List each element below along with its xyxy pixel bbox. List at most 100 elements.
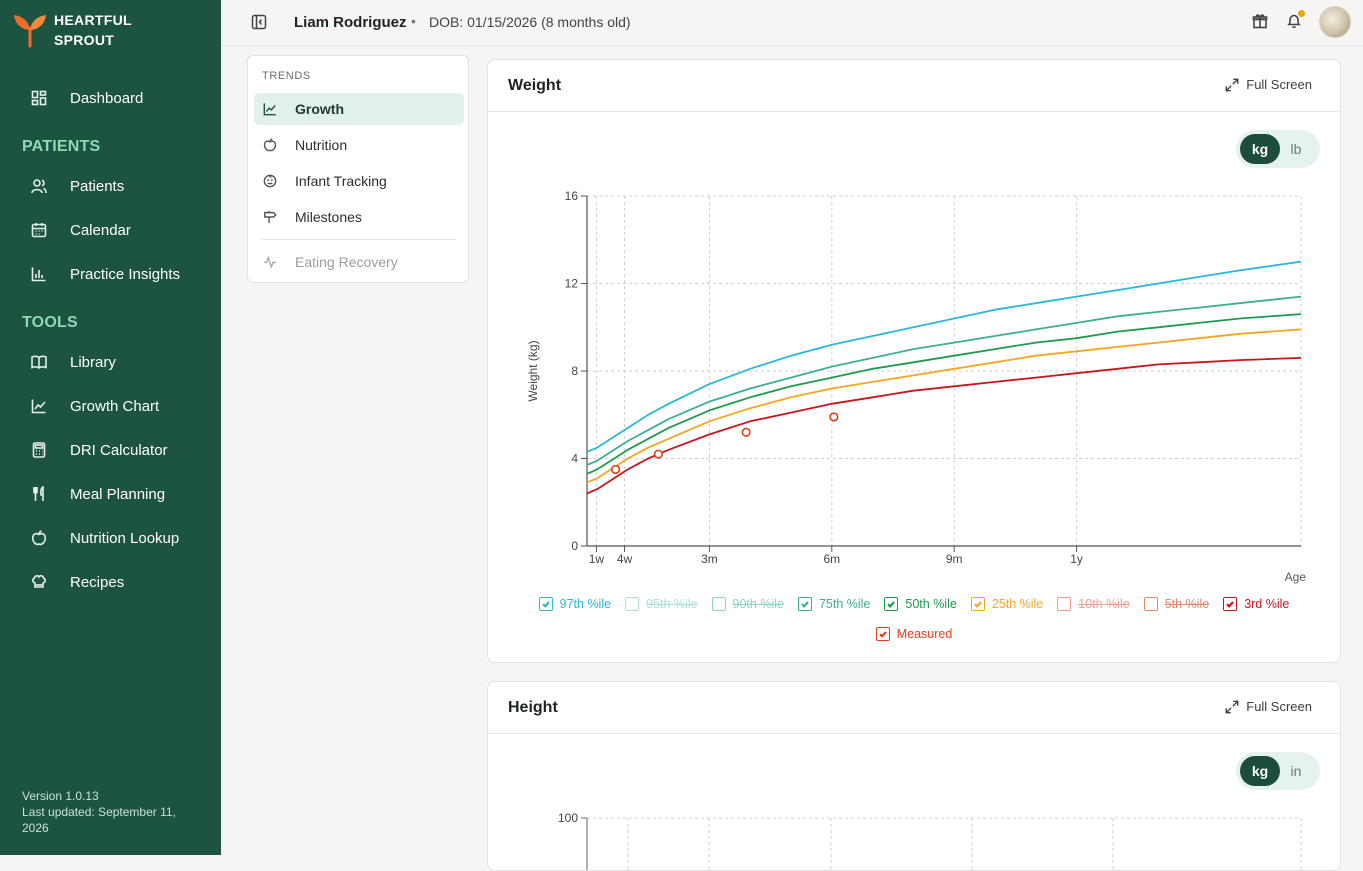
trend-item-eating-recovery[interactable]: Eating Recovery bbox=[254, 246, 464, 278]
bar-chart-icon bbox=[30, 265, 48, 283]
legend-label: Measured bbox=[896, 627, 953, 641]
trend-item-nutrition[interactable]: Nutrition bbox=[254, 129, 464, 161]
measured-point[interactable] bbox=[741, 427, 751, 437]
sidebar-item-nutrition-lookup[interactable]: Nutrition Lookup bbox=[22, 520, 212, 556]
legend-item[interactable]: 95th %ile bbox=[625, 589, 698, 619]
sprout-logo-icon bbox=[14, 15, 46, 48]
legend-label: 3rd %ile bbox=[1244, 597, 1290, 611]
checkbox-checked-icon[interactable] bbox=[875, 627, 890, 641]
trend-item-label: Infant Tracking bbox=[295, 173, 387, 189]
gift-icon[interactable] bbox=[1252, 13, 1270, 31]
measured-point[interactable] bbox=[653, 449, 663, 459]
legend-label: 5th %ile bbox=[1164, 597, 1210, 611]
sidebar-toggle-icon[interactable] bbox=[251, 14, 267, 30]
patient-name[interactable]: Liam Rodriguez bbox=[294, 14, 407, 31]
checkbox-checked-icon[interactable] bbox=[884, 597, 899, 611]
legend-item-content: 25th %ile bbox=[970, 597, 1044, 611]
y-axis-label: Weight (kg) bbox=[526, 340, 540, 401]
sidebar-item-recipes[interactable]: Recipes bbox=[22, 564, 212, 600]
legend-label: 25th %ile bbox=[991, 597, 1044, 611]
sidebar-item-label: Meal Planning bbox=[70, 485, 166, 503]
dashboard-icon bbox=[30, 89, 48, 107]
legend-item-content: 75th %ile bbox=[797, 597, 871, 611]
brand[interactable]: HEARTFUL SPROUT bbox=[12, 10, 132, 50]
legend-item-content: 97th %ile bbox=[538, 597, 612, 611]
checkbox-unchecked-icon[interactable] bbox=[1143, 597, 1158, 611]
x-tick-label: 4w bbox=[617, 552, 633, 566]
trends-title: TRENDS bbox=[262, 70, 311, 82]
sidebar-item-meal-planning[interactable]: Meal Planning bbox=[22, 476, 212, 512]
sidebar-item-dri-calculator[interactable]: DRI Calculator bbox=[22, 432, 212, 468]
checkbox-checked-icon[interactable] bbox=[1223, 597, 1238, 611]
legend-item[interactable]: Measured bbox=[495, 619, 1333, 649]
growth-icon bbox=[263, 102, 279, 116]
trend-item-label: Eating Recovery bbox=[295, 254, 398, 270]
checkbox-unchecked-icon[interactable] bbox=[1057, 597, 1072, 611]
legend-item[interactable]: 3rd %ile bbox=[1223, 589, 1289, 619]
section-title-patients: PATIENTS bbox=[22, 138, 101, 155]
users-icon bbox=[30, 177, 48, 195]
section-title-tools: TOOLS bbox=[22, 314, 78, 331]
brand-line-2: SPROUT bbox=[54, 32, 115, 48]
measured-point[interactable] bbox=[610, 464, 621, 475]
checkbox-unchecked-icon[interactable] bbox=[711, 597, 726, 611]
legend-item[interactable]: 5th %ile bbox=[1143, 589, 1210, 619]
legend-item-content: 50th %ile bbox=[884, 597, 957, 611]
weight-card: Weight Full Screen kg lb 0 4 8 12 16 1w 4w 3m 6m… bbox=[487, 59, 1341, 663]
x-tick-label: 6m bbox=[823, 552, 840, 566]
measured-point[interactable] bbox=[829, 412, 839, 422]
legend-item-content: 90th %ile bbox=[711, 597, 784, 611]
x-tick-label: 1w bbox=[589, 552, 605, 566]
trend-item-infant-tracking[interactable]: Infant Tracking bbox=[254, 165, 464, 197]
height-y-tick-label: 100 bbox=[558, 811, 578, 825]
sidebar-item-practice-insights[interactable]: Practice Insights bbox=[22, 256, 212, 292]
sidebar-item-label: Practice Insights bbox=[70, 265, 181, 283]
legend-item[interactable]: 10th %ile bbox=[1057, 589, 1130, 619]
checkbox-checked-icon[interactable] bbox=[538, 597, 553, 611]
trends-panel: TRENDS Growth Nutrition Infant Tracking … bbox=[247, 55, 469, 283]
trend-item-growth[interactable]: Growth bbox=[254, 93, 464, 125]
signpost-icon bbox=[263, 210, 279, 224]
last-updated-label: Last updated: September 11, 2026 bbox=[22, 805, 176, 835]
legend-item-content: 5th %ile bbox=[1143, 597, 1210, 611]
legend-item[interactable]: 25th %ile bbox=[970, 589, 1044, 619]
legend-item[interactable]: 50th %ile bbox=[884, 589, 957, 619]
apple-icon bbox=[263, 138, 279, 152]
sidebar-item-patients[interactable]: Patients bbox=[22, 168, 212, 204]
trend-item-label: Milestones bbox=[295, 209, 362, 225]
sidebar-item-label: Dashboard bbox=[70, 89, 144, 107]
checkbox-unchecked-icon[interactable] bbox=[625, 597, 640, 611]
user-avatar[interactable] bbox=[1319, 6, 1351, 38]
legend-item[interactable]: 97th %ile bbox=[538, 589, 612, 619]
legend-item[interactable]: 90th %ile bbox=[711, 589, 784, 619]
x-axis-label: Age bbox=[1285, 570, 1307, 584]
sidebar-item-growth-chart[interactable]: Growth Chart bbox=[22, 388, 212, 424]
y-tick-label: 8 bbox=[571, 364, 578, 378]
legend-item-content: 10th %ile bbox=[1057, 597, 1130, 611]
calendar-icon bbox=[30, 221, 48, 239]
trends-divider bbox=[262, 239, 456, 240]
y-tick-label: 12 bbox=[565, 277, 579, 291]
x-tick-label: 1y bbox=[1070, 552, 1083, 566]
checkbox-checked-icon[interactable] bbox=[797, 597, 812, 611]
sidebar-item-library[interactable]: Library bbox=[22, 344, 212, 380]
sidebar-item-dashboard[interactable]: Dashboard bbox=[22, 80, 212, 116]
calculator-icon bbox=[30, 441, 48, 459]
version-info: Version 1.0.13 Last updated: September 1… bbox=[22, 788, 202, 836]
checkbox-checked-icon[interactable] bbox=[970, 597, 985, 611]
sidebar: HEARTFUL SPROUT Dashboard PATIENTS Patie… bbox=[0, 0, 221, 855]
legend-label: 97th %ile bbox=[559, 597, 612, 611]
height-card: Height Full Screen kg in 100 bbox=[487, 681, 1341, 871]
brand-line-1: HEARTFUL bbox=[54, 12, 132, 28]
baby-icon bbox=[263, 174, 279, 188]
sidebar-item-calendar[interactable]: Calendar bbox=[22, 212, 212, 248]
x-tick-label: 9m bbox=[946, 552, 963, 566]
legend-item[interactable]: 75th %ile bbox=[797, 589, 871, 619]
legend-item-content: Measured bbox=[875, 627, 953, 641]
legend-item-content: 95th %ile bbox=[625, 597, 698, 611]
trend-item-milestones[interactable]: Milestones bbox=[254, 201, 464, 233]
sidebar-item-label: Growth Chart bbox=[70, 397, 160, 415]
legend-label: 75th %ile bbox=[818, 597, 871, 611]
activity-icon bbox=[263, 255, 279, 269]
y-tick-label: 16 bbox=[565, 189, 579, 203]
